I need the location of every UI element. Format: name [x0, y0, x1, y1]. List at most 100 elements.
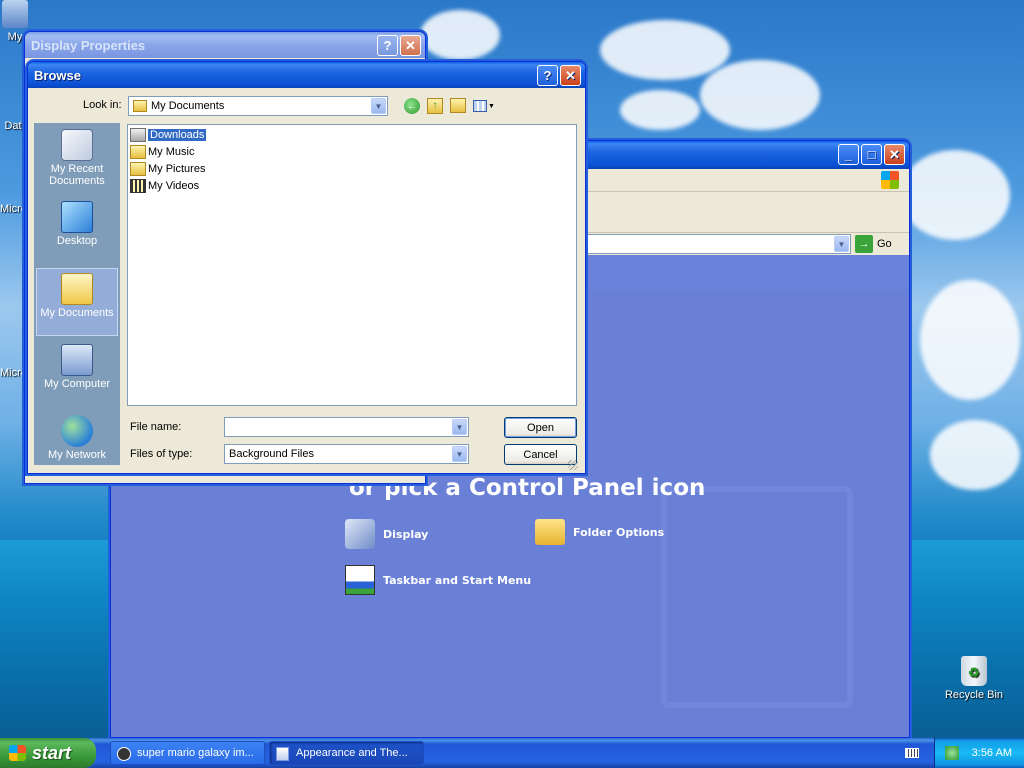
- system-tray: 3:56 AM: [934, 738, 1024, 768]
- place-my-recent-documents[interactable]: My Recent Documents: [36, 129, 118, 187]
- computer-icon: [2, 0, 28, 28]
- maximize-button[interactable]: □: [861, 144, 882, 165]
- file-name: My Videos: [148, 180, 200, 192]
- help-button[interactable]: ?: [537, 65, 558, 86]
- help-button[interactable]: ?: [377, 35, 398, 56]
- files-of-type-label: Files of type:: [130, 448, 193, 460]
- close-button[interactable]: ✕: [560, 65, 581, 86]
- videos-folder-icon: [130, 179, 146, 193]
- place-label: My Recent Documents: [49, 163, 105, 187]
- views-menu-icon[interactable]: ▼: [473, 98, 495, 114]
- display-icon: [345, 519, 375, 549]
- clock[interactable]: 3:56 AM: [972, 747, 1012, 759]
- list-item-downloads[interactable]: Downloads: [130, 127, 207, 143]
- chevron-down-icon[interactable]: ▼: [371, 98, 386, 114]
- keyboard-icon[interactable]: [905, 748, 919, 758]
- chevron-down-icon[interactable]: ▼: [452, 419, 467, 435]
- recycle-bin-icon: ♻: [961, 656, 987, 686]
- task-label: super mario galaxy im...: [137, 747, 254, 759]
- desktop-icon-micro-1[interactable]: Micro: [0, 203, 27, 215]
- look-in-select[interactable]: My Documents ▼: [128, 96, 388, 116]
- file-name-label: File name:: [130, 421, 182, 433]
- taskbar: start super mario galaxy im... Appearanc…: [0, 738, 1024, 768]
- place-desktop[interactable]: Desktop: [36, 201, 118, 247]
- desktop-icon-label: Recycle Bin: [944, 689, 1004, 701]
- my-network-icon: [61, 415, 93, 447]
- desktop-icon-recycle-bin[interactable]: ♻ Recycle Bin: [940, 656, 1008, 701]
- look-in-label: Look in:: [83, 99, 122, 111]
- recent-documents-icon: [61, 129, 93, 161]
- close-button[interactable]: ✕: [884, 144, 905, 165]
- my-documents-icon: [61, 273, 93, 305]
- desktop-icon-label: Micro: [0, 367, 27, 379]
- resize-grip-icon[interactable]: [568, 460, 578, 470]
- back-icon[interactable]: ←: [404, 98, 420, 114]
- file-name: Downloads: [148, 129, 207, 141]
- browse-titlebar: Browse ? ✕: [28, 62, 585, 88]
- windows-logo-icon: [881, 171, 899, 189]
- file-name: My Music: [148, 146, 195, 158]
- place-my-computer[interactable]: My Computer: [36, 344, 118, 390]
- window-title: Display Properties: [31, 37, 146, 53]
- up-folder-icon[interactable]: ↑: [427, 98, 443, 114]
- files-of-type-select[interactable]: Background Files ▼: [224, 444, 469, 464]
- desktop-icon: [61, 201, 93, 233]
- place-my-documents[interactable]: My Documents: [36, 268, 118, 336]
- cp-item-taskbar[interactable]: Taskbar and Start Menu: [345, 565, 531, 595]
- task-mario-galaxy[interactable]: super mario galaxy im...: [110, 741, 265, 765]
- display-properties-titlebar: Display Properties ? ✕: [25, 32, 425, 58]
- desktop-icon-label: Dat: [4, 120, 22, 132]
- list-item-my-videos[interactable]: My Videos: [130, 178, 199, 194]
- my-computer-icon: [61, 344, 93, 376]
- desktop-icon-label: Micro: [0, 203, 27, 215]
- new-folder-icon[interactable]: [450, 98, 466, 113]
- chevron-down-icon[interactable]: ▼: [834, 236, 849, 252]
- file-list[interactable]: Downloads My Music My Pictures My Videos: [127, 124, 577, 406]
- cancel-button[interactable]: Cancel: [504, 444, 577, 465]
- place-label: My Computer: [43, 378, 111, 390]
- folder-icon: [133, 100, 147, 112]
- folder-options-icon: [535, 519, 565, 545]
- start-label: start: [32, 742, 72, 763]
- places-bar: My Recent Documents Desktop My Documents…: [34, 123, 120, 465]
- file-name: My Pictures: [148, 163, 206, 175]
- place-label: My Network: [47, 449, 107, 461]
- minimize-button[interactable]: _: [838, 144, 859, 165]
- list-item-my-pictures[interactable]: My Pictures: [130, 161, 205, 177]
- network-tray-icon[interactable]: [945, 746, 959, 760]
- cp-item-label: Folder Options: [573, 525, 665, 539]
- list-item-my-music[interactable]: My Music: [130, 144, 194, 160]
- folder-icon: [130, 128, 146, 142]
- cp-item-display[interactable]: Display: [345, 519, 428, 549]
- taskbar-icon: [345, 565, 375, 595]
- control-panel-icon: [276, 747, 289, 761]
- start-button[interactable]: start: [0, 738, 96, 768]
- place-label: Desktop: [56, 235, 98, 247]
- window-title: Browse: [34, 67, 81, 83]
- cp-item-folder-options[interactable]: Folder Options: [535, 519, 664, 545]
- close-button[interactable]: ✕: [400, 35, 421, 56]
- pictures-folder-icon: [130, 162, 146, 176]
- desktop-icon-label: My: [7, 31, 23, 43]
- watermark-checkbox-icon: [661, 486, 853, 708]
- desktop-icon-dat[interactable]: Dat: [0, 120, 26, 132]
- open-button[interactable]: Open: [504, 417, 577, 438]
- go-label: Go: [877, 238, 892, 250]
- place-my-network[interactable]: My Network: [36, 415, 118, 461]
- look-in-value: My Documents: [151, 100, 225, 112]
- windows-flag-icon: [9, 745, 26, 761]
- place-label: My Documents: [40, 307, 114, 319]
- file-name-input[interactable]: ▼: [224, 417, 469, 437]
- cp-item-label: Taskbar and Start Menu: [383, 573, 532, 587]
- task-label: Appearance and The...: [296, 747, 408, 759]
- desktop-icon-micro-2[interactable]: Micro: [0, 367, 27, 379]
- go-arrow-icon: →: [855, 235, 873, 253]
- browser-icon: [117, 747, 131, 761]
- task-appearance-and-themes[interactable]: Appearance and The...: [269, 741, 424, 765]
- address-input[interactable]: ▼: [581, 234, 851, 254]
- cp-item-label: Display: [383, 527, 429, 541]
- go-button[interactable]: → Go: [855, 235, 892, 253]
- files-of-type-value: Background Files: [229, 448, 314, 460]
- chevron-down-icon[interactable]: ▼: [452, 446, 467, 462]
- music-folder-icon: [130, 145, 146, 159]
